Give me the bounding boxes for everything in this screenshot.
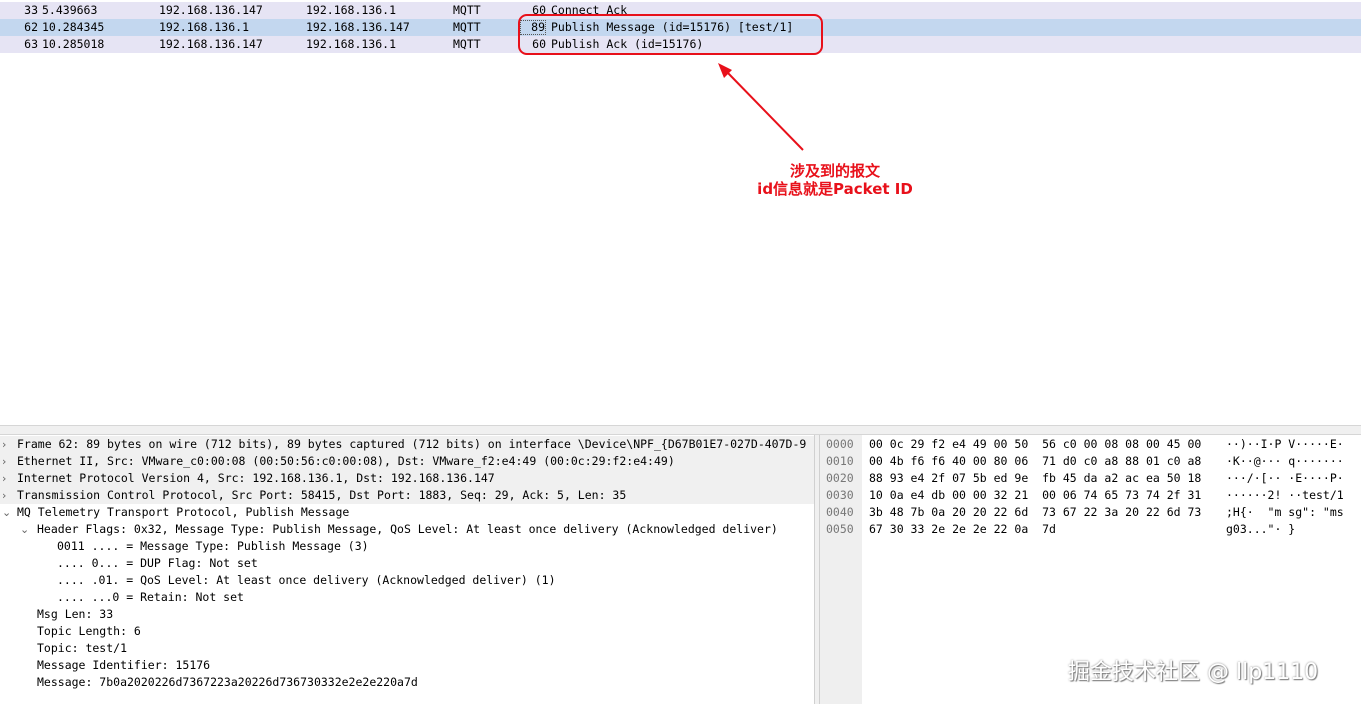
packet-time: 5.439663 — [42, 3, 98, 17]
detail-row-tcp[interactable]: › Transmission Control Protocol, Src Por… — [0, 487, 814, 504]
chevron-right-icon[interactable]: › — [2, 470, 14, 487]
detail-row-msg-len[interactable]: Msg Len: 33 — [0, 606, 814, 623]
chevron-right-icon[interactable]: › — [2, 436, 14, 453]
packet-number: 62 — [24, 20, 38, 34]
detail-text: .... .01. = QoS Level: At least once del… — [57, 573, 556, 587]
detail-row[interactable]: .... .01. = QoS Level: At least once del… — [0, 572, 814, 589]
packet-list[interactable]: 33 5.439663 192.168.136.147 192.168.136.… — [0, 0, 1361, 425]
packet-protocol: MQTT — [453, 37, 481, 51]
packet-source: 192.168.136.147 — [159, 37, 263, 51]
detail-text: MQ Telemetry Transport Protocol, Publish… — [17, 505, 350, 519]
bytes-ascii: ···/·[·· ·E····P· — [1226, 471, 1344, 485]
detail-row-topic-length[interactable]: Topic Length: 6 — [0, 623, 814, 640]
chevron-down-icon[interactable]: ⌄ — [2, 504, 14, 521]
detail-row-message[interactable]: Message: 7b0a2020226d7367223a20226d73673… — [0, 674, 814, 691]
chevron-right-icon[interactable]: › — [2, 453, 14, 470]
bytes-row[interactable]: 0000 00 0c 29 f2 e4 49 00 50 56 c0 00 08… — [820, 436, 1361, 453]
packet-time: 10.284345 — [42, 20, 105, 34]
packet-number: 33 — [24, 3, 38, 17]
bytes-offset: 0050 — [826, 522, 854, 536]
bytes-offset: 0010 — [826, 454, 854, 468]
detail-row-ip[interactable]: › Internet Protocol Version 4, Src: 192.… — [0, 470, 814, 487]
detail-text: Msg Len: 33 — [37, 607, 114, 621]
detail-text: Frame 62: 89 bytes on wire (712 bits), 8… — [17, 437, 807, 451]
detail-row[interactable]: .... 0... = DUP Flag: Not set — [0, 555, 814, 572]
packet-source: 192.168.136.1 — [159, 20, 250, 34]
annotation-text: 涉及到的报文 id信息就是Packet ID — [720, 162, 950, 198]
bytes-ascii: g03..."· } — [1226, 522, 1296, 536]
chevron-right-icon[interactable]: › — [2, 487, 14, 504]
detail-text: Message: 7b0a2020226d7367223a20226d73673… — [37, 675, 418, 689]
detail-text: .... ...0 = Retain: Not set — [57, 590, 244, 604]
detail-text: Message Identifier: 15176 — [37, 658, 211, 672]
horizontal-splitter[interactable] — [0, 425, 1361, 435]
bytes-hex: 00 4b f6 f6 40 00 80 06 71 d0 c0 a8 88 0… — [869, 454, 1202, 468]
bytes-offset: 0020 — [826, 471, 854, 485]
bytes-ascii: ··)··I·P V·····E· — [1226, 437, 1344, 451]
detail-row[interactable]: .... ...0 = Retain: Not set — [0, 589, 814, 606]
packet-destination: 192.168.136.1 — [306, 3, 397, 17]
detail-text: 0011 .... = Message Type: Publish Messag… — [57, 539, 369, 553]
bytes-ascii: ······2! ··test/1 — [1226, 488, 1344, 502]
annotation-line-2: id信息就是Packet ID — [757, 180, 913, 198]
packet-number: 63 — [24, 37, 38, 51]
bytes-hex: 88 93 e4 2f 07 5b ed 9e fb 45 da a2 ac e… — [869, 471, 1202, 485]
packet-destination: 192.168.136.147 — [306, 20, 410, 34]
packet-protocol: MQTT — [453, 3, 481, 17]
packet-details-pane[interactable]: › Frame 62: 89 bytes on wire (712 bits),… — [0, 435, 815, 704]
bytes-ascii: ;H{· "m sg": "ms — [1226, 505, 1344, 519]
bytes-ascii: ·K··@··· q······· — [1226, 454, 1344, 468]
bytes-offset: 0040 — [826, 505, 854, 519]
bytes-offset: 0030 — [826, 488, 854, 502]
detail-text: .... 0... = DUP Flag: Not set — [57, 556, 258, 570]
packet-source: 192.168.136.147 — [159, 3, 263, 17]
bytes-offset: 0000 — [826, 437, 854, 451]
bytes-row[interactable]: 0030 10 0a e4 db 00 00 32 21 00 06 74 65… — [820, 487, 1361, 504]
detail-row-header-flags[interactable]: ⌄ Header Flags: 0x32, Message Type: Publ… — [0, 521, 814, 538]
bytes-row[interactable]: 0010 00 4b f6 f6 40 00 80 06 71 d0 c0 a8… — [820, 453, 1361, 470]
detail-row-message-identifier[interactable]: Message Identifier: 15176 — [0, 657, 814, 674]
detail-row-mqtt[interactable]: ⌄ MQ Telemetry Transport Protocol, Publi… — [0, 504, 814, 521]
detail-text: Topic Length: 6 — [37, 624, 141, 638]
detail-text: Internet Protocol Version 4, Src: 192.16… — [17, 471, 495, 485]
bytes-hex: 3b 48 7b 0a 20 20 22 6d 73 67 22 3a 20 2… — [869, 505, 1202, 519]
bytes-hex: 67 30 33 2e 2e 2e 22 0a 7d — [869, 522, 1056, 536]
packet-protocol: MQTT — [453, 20, 481, 34]
watermark: 掘金技术社区 @ llp1110 — [1068, 660, 1319, 685]
bytes-row[interactable]: 0040 3b 48 7b 0a 20 20 22 6d 73 67 22 3a… — [820, 504, 1361, 521]
annotation-highlight-box — [518, 14, 823, 55]
packet-time: 10.285018 — [42, 37, 105, 51]
detail-row-frame[interactable]: › Frame 62: 89 bytes on wire (712 bits),… — [0, 436, 814, 453]
annotation-line-1: 涉及到的报文 — [789, 162, 880, 180]
bytes-row[interactable]: 0020 88 93 e4 2f 07 5b ed 9e fb 45 da a2… — [820, 470, 1361, 487]
detail-row[interactable]: 0011 .... = Message Type: Publish Messag… — [0, 538, 814, 555]
bytes-row[interactable]: 0050 67 30 33 2e 2e 2e 22 0a 7d g03..."·… — [820, 521, 1361, 538]
detail-text: Ethernet II, Src: VMware_c0:00:08 (00:50… — [17, 454, 675, 468]
chevron-down-icon[interactable]: ⌄ — [20, 521, 32, 538]
bytes-hex: 00 0c 29 f2 e4 49 00 50 56 c0 00 08 08 0… — [869, 437, 1202, 451]
annotation-arrow — [718, 63, 804, 151]
bytes-hex: 10 0a e4 db 00 00 32 21 00 06 74 65 73 7… — [869, 488, 1202, 502]
detail-text: Transmission Control Protocol, Src Port:… — [17, 488, 627, 502]
detail-row-topic[interactable]: Topic: test/1 — [0, 640, 814, 657]
detail-text: Topic: test/1 — [37, 641, 128, 655]
detail-text: Header Flags: 0x32, Message Type: Publis… — [37, 522, 778, 536]
detail-row-ethernet[interactable]: › Ethernet II, Src: VMware_c0:00:08 (00:… — [0, 453, 814, 470]
packet-destination: 192.168.136.1 — [306, 37, 397, 51]
